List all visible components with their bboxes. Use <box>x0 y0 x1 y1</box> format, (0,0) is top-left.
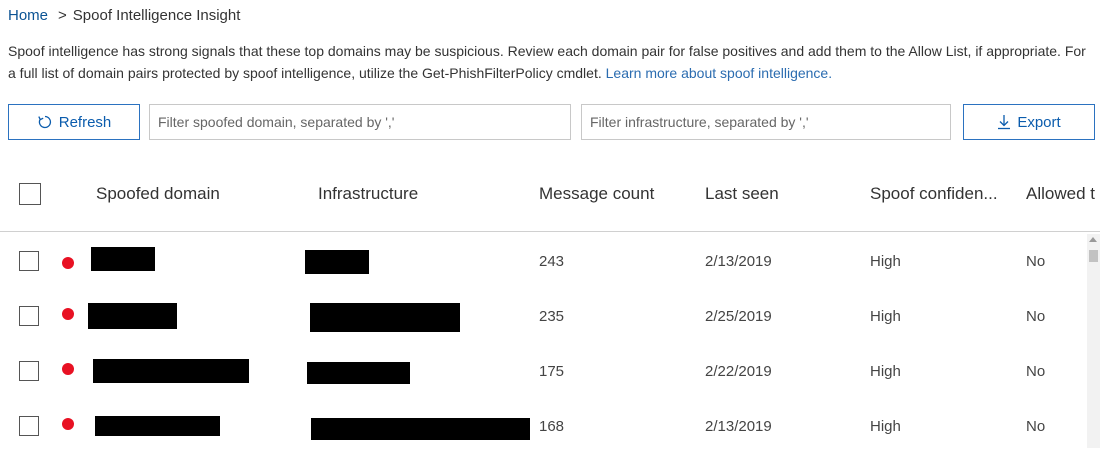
column-header-spoofed-domain[interactable]: Spoofed domain <box>96 184 220 204</box>
description-text: Spoof intelligence has strong signals th… <box>8 43 1086 81</box>
refresh-button[interactable]: Refresh <box>8 104 140 140</box>
message-count: 168 <box>539 418 565 435</box>
message-count: 243 <box>539 253 565 270</box>
export-label: Export <box>1017 113 1061 131</box>
red-dot-icon <box>62 418 74 430</box>
redacted-spoofed-domain <box>95 416 220 436</box>
row-checkbox[interactable] <box>19 416 39 436</box>
allowed-to-spoof: No <box>1026 363 1046 380</box>
last-seen: 2/22/2019 <box>705 363 772 380</box>
spoof-confidence: High <box>870 418 901 435</box>
table-row[interactable]: 235 2/25/2019 High No <box>0 303 1080 361</box>
allowed-to-spoof: No <box>1026 253 1046 270</box>
spoof-confidence: High <box>870 253 901 270</box>
redacted-infrastructure <box>305 250 369 274</box>
redacted-spoofed-domain <box>93 359 249 383</box>
header-divider <box>0 231 1100 232</box>
red-dot-icon <box>62 308 74 320</box>
row-checkbox[interactable] <box>19 361 39 381</box>
last-seen: 2/13/2019 <box>705 418 772 435</box>
row-checkbox[interactable] <box>19 251 39 271</box>
column-header-allowed[interactable]: Allowed t <box>1026 184 1095 204</box>
download-icon <box>997 114 1011 130</box>
redacted-infrastructure <box>311 418 530 440</box>
select-all-checkbox[interactable] <box>19 183 41 205</box>
scrollbar-thumb[interactable] <box>1089 250 1098 262</box>
export-button[interactable]: Export <box>963 104 1095 140</box>
row-checkbox[interactable] <box>19 306 39 326</box>
red-dot-icon <box>62 363 74 375</box>
scroll-up-arrow-icon[interactable] <box>1089 237 1097 242</box>
column-header-message-count[interactable]: Message count <box>539 184 654 204</box>
spoof-confidence: High <box>870 308 901 325</box>
page-description: Spoof intelligence has strong signals th… <box>8 40 1093 84</box>
breadcrumb-separator: > <box>58 7 67 24</box>
learn-more-link[interactable]: Learn more about spoof intelligence. <box>606 65 832 81</box>
spoofed-domain-filter-input[interactable] <box>149 104 571 140</box>
spoof-confidence: High <box>870 363 901 380</box>
column-header-infrastructure[interactable]: Infrastructure <box>318 184 418 204</box>
infrastructure-filter-input[interactable] <box>581 104 951 140</box>
allowed-to-spoof: No <box>1026 418 1046 435</box>
redacted-spoofed-domain <box>91 247 155 271</box>
column-header-spoof-confidence[interactable]: Spoof confiden... <box>870 184 998 204</box>
last-seen: 2/13/2019 <box>705 253 772 270</box>
message-count: 175 <box>539 363 565 380</box>
breadcrumb: Home > Spoof Intelligence Insight <box>8 7 240 24</box>
refresh-icon <box>37 114 53 130</box>
breadcrumb-current: Spoof Intelligence Insight <box>72 7 241 24</box>
table-row[interactable]: 243 2/13/2019 High No <box>0 247 1080 306</box>
red-dot-icon <box>62 257 74 269</box>
breadcrumb-home-link[interactable]: Home <box>8 7 48 24</box>
refresh-label: Refresh <box>58 113 112 131</box>
message-count: 235 <box>539 308 565 325</box>
redacted-spoofed-domain <box>88 303 177 329</box>
column-header-last-seen[interactable]: Last seen <box>705 184 779 204</box>
vertical-scrollbar[interactable] <box>1087 234 1100 448</box>
table-row[interactable]: 175 2/22/2019 High No <box>0 359 1080 416</box>
redacted-infrastructure <box>310 303 460 332</box>
redacted-infrastructure <box>307 362 410 384</box>
allowed-to-spoof: No <box>1026 308 1046 325</box>
table-row[interactable]: 168 2/13/2019 High No <box>0 416 1080 471</box>
last-seen: 2/25/2019 <box>705 308 772 325</box>
